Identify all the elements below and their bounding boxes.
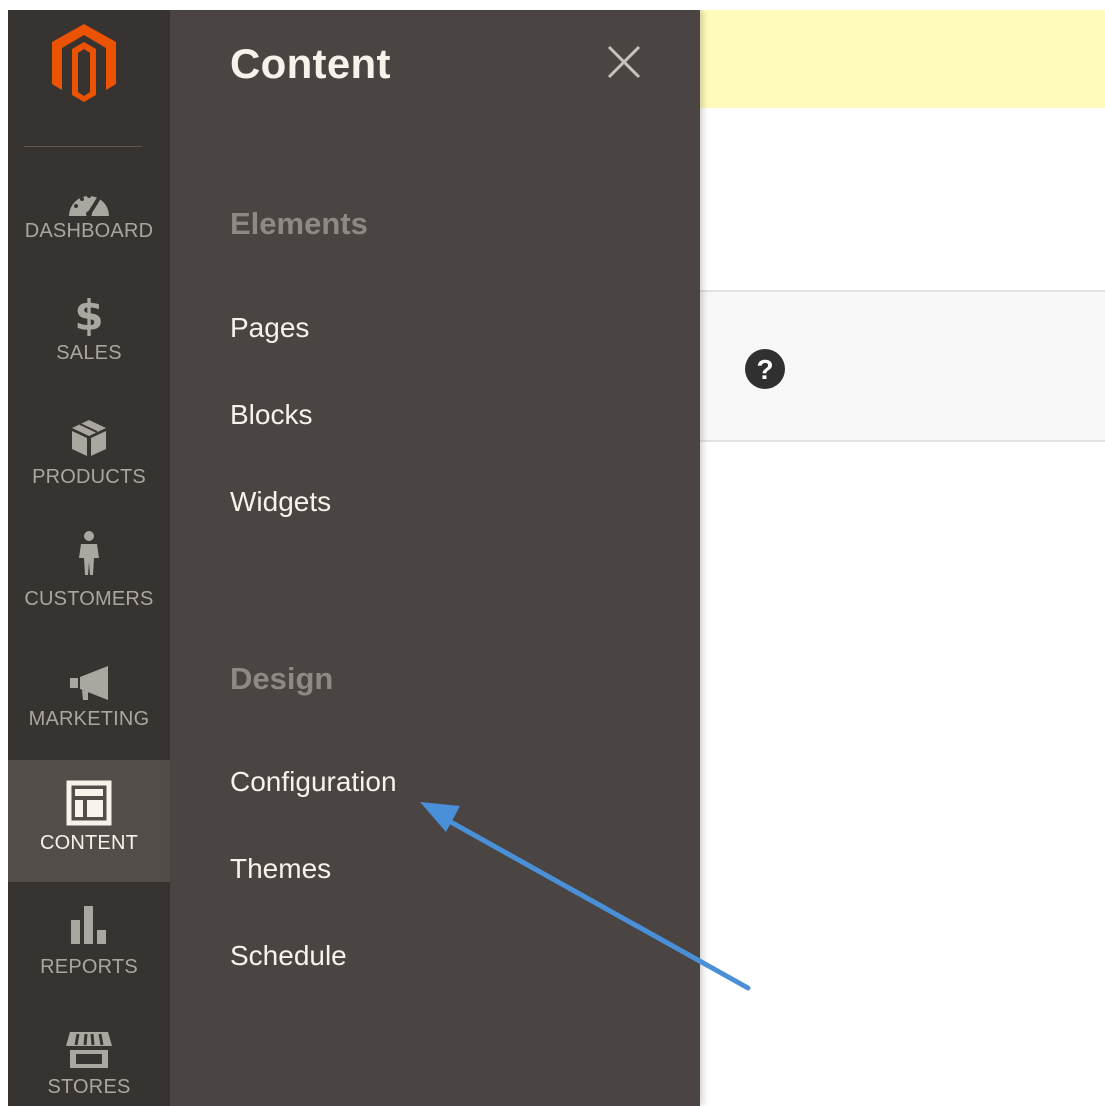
nav-label-products: PRODUCTS	[32, 466, 146, 488]
bar-chart-icon	[8, 904, 170, 946]
nav-label-sales: SALES	[56, 342, 122, 364]
section-title-elements: Elements	[230, 206, 368, 241]
dashboard-icon	[8, 178, 170, 218]
admin-sidebar: DASHBOARD $ SALES PRODUCTS CUSTOMERS MAR…	[8, 10, 170, 1106]
person-icon	[8, 530, 170, 576]
page-actions-bar: ?	[700, 290, 1105, 442]
nav-label-stores: STORES	[47, 1076, 131, 1098]
storefront-icon	[8, 1028, 170, 1070]
menu-link-widgets[interactable]: Widgets	[230, 486, 331, 518]
logo-link[interactable]	[8, 10, 170, 148]
magento-logo-icon	[52, 24, 116, 102]
nav-label-marketing: MARKETING	[28, 708, 150, 730]
notification-bar	[700, 10, 1105, 108]
menu-link-pages[interactable]: Pages	[230, 312, 309, 344]
section-title-design: Design	[230, 661, 334, 696]
nav-item-reports[interactable]: REPORTS	[8, 892, 170, 1014]
menu-link-themes[interactable]: Themes	[230, 853, 331, 885]
nav-item-products[interactable]: PRODUCTS	[8, 414, 170, 536]
nav-label-reports: REPORTS	[40, 956, 138, 978]
nav-label-customers: CUSTOMERS	[24, 588, 154, 610]
svg-text:?: ?	[756, 354, 773, 385]
help-icon[interactable]: ?	[744, 348, 786, 390]
menu-link-schedule[interactable]: Schedule	[230, 940, 347, 972]
nav-item-stores[interactable]: STORES	[8, 1014, 170, 1106]
menu-link-configuration[interactable]: Configuration	[230, 766, 397, 798]
nav-item-content[interactable]: CONTENT	[8, 760, 170, 882]
content-submenu: Content Elements Pages Blocks Widgets De…	[170, 10, 700, 1106]
menu-link-blocks[interactable]: Blocks	[230, 399, 312, 431]
logo-divider	[24, 146, 142, 147]
submenu-title: Content	[230, 40, 391, 87]
nav-item-dashboard[interactable]: DASHBOARD	[8, 170, 170, 292]
layout-icon	[8, 778, 170, 826]
dollar-icon: $	[74, 291, 104, 340]
nav-item-sales[interactable]: $ SALES	[8, 292, 170, 414]
megaphone-icon	[8, 662, 170, 702]
nav-label-content: CONTENT	[39, 832, 139, 854]
box-icon	[8, 418, 170, 458]
close-icon[interactable]	[606, 44, 642, 80]
admin-screen: DASHBOARD $ SALES PRODUCTS CUSTOMERS MAR…	[8, 10, 1105, 1106]
nav-item-customers[interactable]: CUSTOMERS	[8, 531, 170, 658]
nav-label-dashboard: DASHBOARD	[24, 220, 154, 242]
